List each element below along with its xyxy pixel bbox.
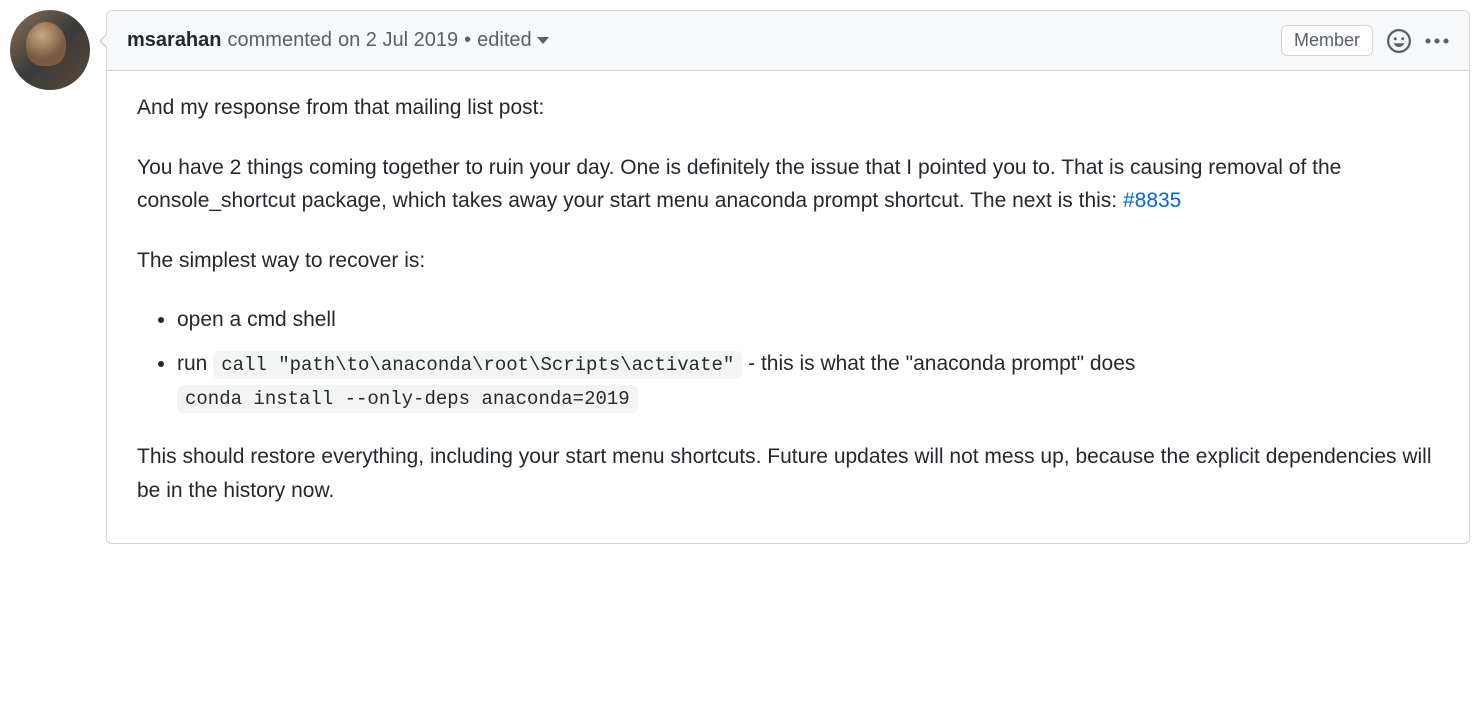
comment-container: msarahan commented on 2 Jul 2019 • edite… xyxy=(10,10,1470,544)
paragraph: And my response from that mailing list p… xyxy=(137,91,1439,125)
kebab-icon[interactable] xyxy=(1425,29,1449,53)
comment-box: msarahan commented on 2 Jul 2019 • edite… xyxy=(106,10,1470,544)
steps-list: open a cmd shell run call "path\to\anaco… xyxy=(137,303,1439,414)
comment-body: And my response from that mailing list p… xyxy=(107,71,1469,543)
paragraph: The simplest way to recover is: xyxy=(137,244,1439,278)
list-item: open a cmd shell xyxy=(177,303,1439,337)
comment-header: msarahan commented on 2 Jul 2019 • edite… xyxy=(107,11,1469,71)
edited-dropdown[interactable]: edited xyxy=(477,29,549,52)
list-item: run call "path\to\anaconda\root\Scripts\… xyxy=(177,347,1439,414)
comment-meta: msarahan commented on 2 Jul 2019 • edite… xyxy=(127,29,549,52)
text: - this is what the "anaconda prompt" doe… xyxy=(742,352,1135,375)
emoji-icon[interactable] xyxy=(1387,29,1411,53)
issue-link[interactable]: #8835 xyxy=(1123,189,1181,212)
commented-label: commented xyxy=(228,29,333,52)
code-inline: conda install --only-deps anaconda=2019 xyxy=(177,385,638,413)
timestamp-link[interactable]: on 2 Jul 2019 xyxy=(338,29,458,52)
dot-separator: • xyxy=(464,29,471,52)
code-inline: call "path\to\anaconda\root\Scripts\acti… xyxy=(213,351,742,379)
comment-actions: Member xyxy=(1281,25,1449,56)
paragraph: This should restore everything, includin… xyxy=(137,440,1439,507)
avatar[interactable] xyxy=(10,10,90,90)
paragraph: You have 2 things coming together to rui… xyxy=(137,151,1439,218)
text: run xyxy=(177,352,213,375)
chevron-down-icon xyxy=(537,37,549,44)
member-badge: Member xyxy=(1281,25,1373,56)
author-link[interactable]: msarahan xyxy=(127,29,222,52)
edited-label: edited xyxy=(477,29,532,51)
